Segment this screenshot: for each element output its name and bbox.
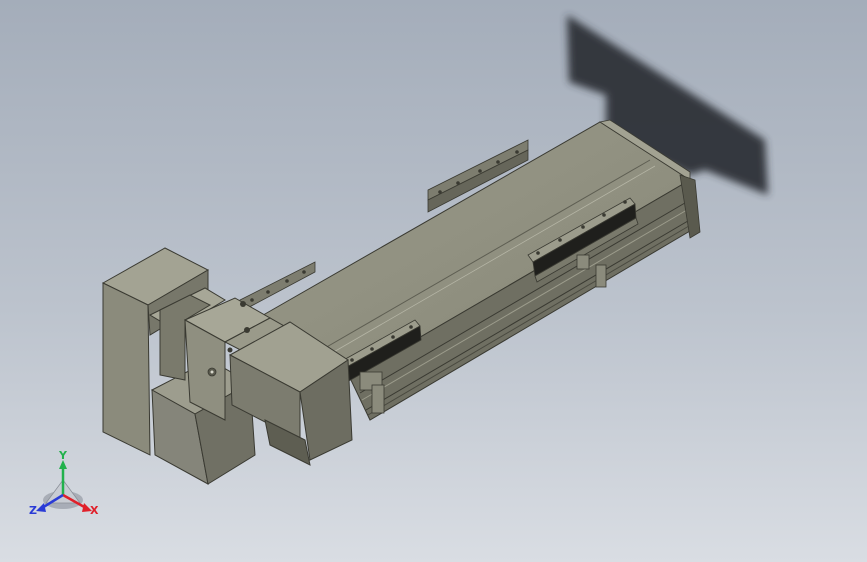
graphics-viewport[interactable]: Y X Z <box>0 0 867 562</box>
coordinate-triad <box>36 460 92 512</box>
triad-z-label: Z <box>29 504 37 517</box>
triad-x-label: X <box>90 504 99 517</box>
triad-y-label: Y <box>59 449 67 462</box>
